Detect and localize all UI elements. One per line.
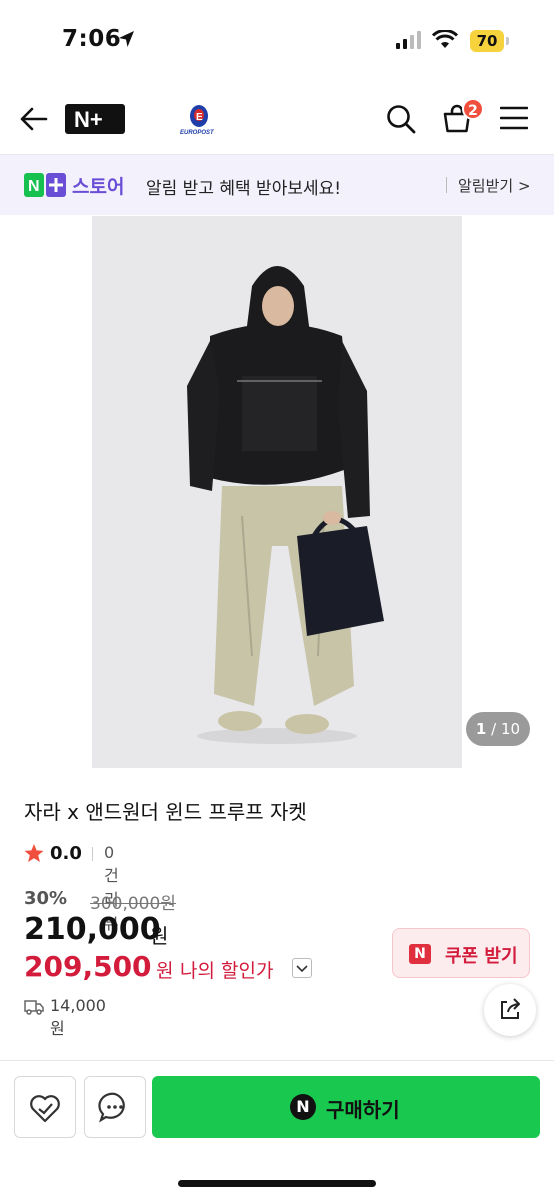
- status-bar: 7:06 70: [0, 0, 554, 80]
- battery-cap: [506, 37, 509, 45]
- product-photo: [92, 216, 462, 768]
- chevron-down-icon: [296, 965, 308, 973]
- wifi-icon: [432, 30, 458, 48]
- my-discount-price: 209,500: [24, 950, 152, 983]
- naver-pay-icon: N: [290, 1094, 316, 1120]
- cellular-signal-icon: [396, 31, 421, 49]
- product-image[interactable]: [92, 216, 462, 768]
- status-time: 7:06: [62, 26, 122, 52]
- rating-separator: [92, 847, 93, 861]
- brand-logo[interactable]: E EUROPOST: [176, 100, 222, 140]
- location-arrow-icon: [119, 31, 134, 47]
- cart-count-badge: 2: [462, 98, 484, 120]
- store-label: 스토어: [72, 176, 125, 198]
- bottom-bar-divider: [0, 1060, 554, 1061]
- brand-logo-text: EUROPOST: [180, 130, 215, 136]
- naver-plus-logo[interactable]: N+: [65, 104, 125, 134]
- home-indicator[interactable]: [178, 1180, 376, 1187]
- heart-check-icon: [30, 1095, 60, 1123]
- svg-text:N: N: [28, 178, 40, 195]
- product-title: 자라 x 앤드원더 윈드 프루프 자켓: [24, 800, 307, 824]
- sale-price-unit: 원: [150, 924, 169, 948]
- my-discount-price-label: 나의 할인가: [180, 960, 274, 982]
- discount-rate: 30%: [24, 888, 68, 909]
- rating-score: 0.0: [50, 843, 82, 864]
- image-counter-current: 1: [475, 720, 487, 738]
- image-counter-total: / 10: [491, 720, 521, 738]
- image-counter: 1 / 10: [466, 712, 530, 746]
- price-details-toggle[interactable]: [292, 958, 312, 978]
- notification-subscribe-link[interactable]: 알림받기 >: [458, 175, 531, 196]
- svg-text:E: E: [196, 112, 203, 123]
- coupon-icon: N: [409, 944, 431, 964]
- wishlist-button[interactable]: [14, 1076, 76, 1138]
- star-icon: [24, 844, 44, 862]
- share-button[interactable]: [484, 984, 536, 1036]
- naver-plus-logo-text: N+: [74, 107, 103, 132]
- chat-inquiry-button[interactable]: [84, 1076, 146, 1138]
- chat-bubble-icon: [98, 1092, 125, 1123]
- store-notification-banner[interactable]: N 스토어 알림 받고 혜택 받아보세요! 알림받기 >: [0, 155, 554, 215]
- battery-indicator: 70: [470, 30, 510, 52]
- share-icon: [501, 998, 520, 1019]
- back-arrow-icon[interactable]: [20, 106, 48, 132]
- shipping-fee: 14,000원: [50, 996, 106, 1038]
- naver-plus-store-logo: N: [24, 173, 66, 197]
- coupon-button-label: 쿠폰 받기: [445, 946, 518, 967]
- promo-separator: [446, 177, 447, 193]
- search-icon[interactable]: [386, 104, 416, 134]
- menu-icon[interactable]: [500, 106, 528, 130]
- buy-now-button[interactable]: N 구매하기: [152, 1076, 540, 1138]
- coupon-download-button[interactable]: N 쿠폰 받기: [392, 928, 530, 978]
- my-discount-price-unit: 원: [156, 960, 174, 982]
- buy-now-label: 구매하기: [326, 1098, 400, 1122]
- sale-price: 210,000: [24, 912, 161, 947]
- battery-level: 70: [470, 30, 504, 52]
- delivery-truck-icon: [24, 1000, 44, 1015]
- original-price: 300,000원: [90, 894, 176, 914]
- promo-message: 알림 받고 혜택 받아보세요!: [146, 179, 342, 199]
